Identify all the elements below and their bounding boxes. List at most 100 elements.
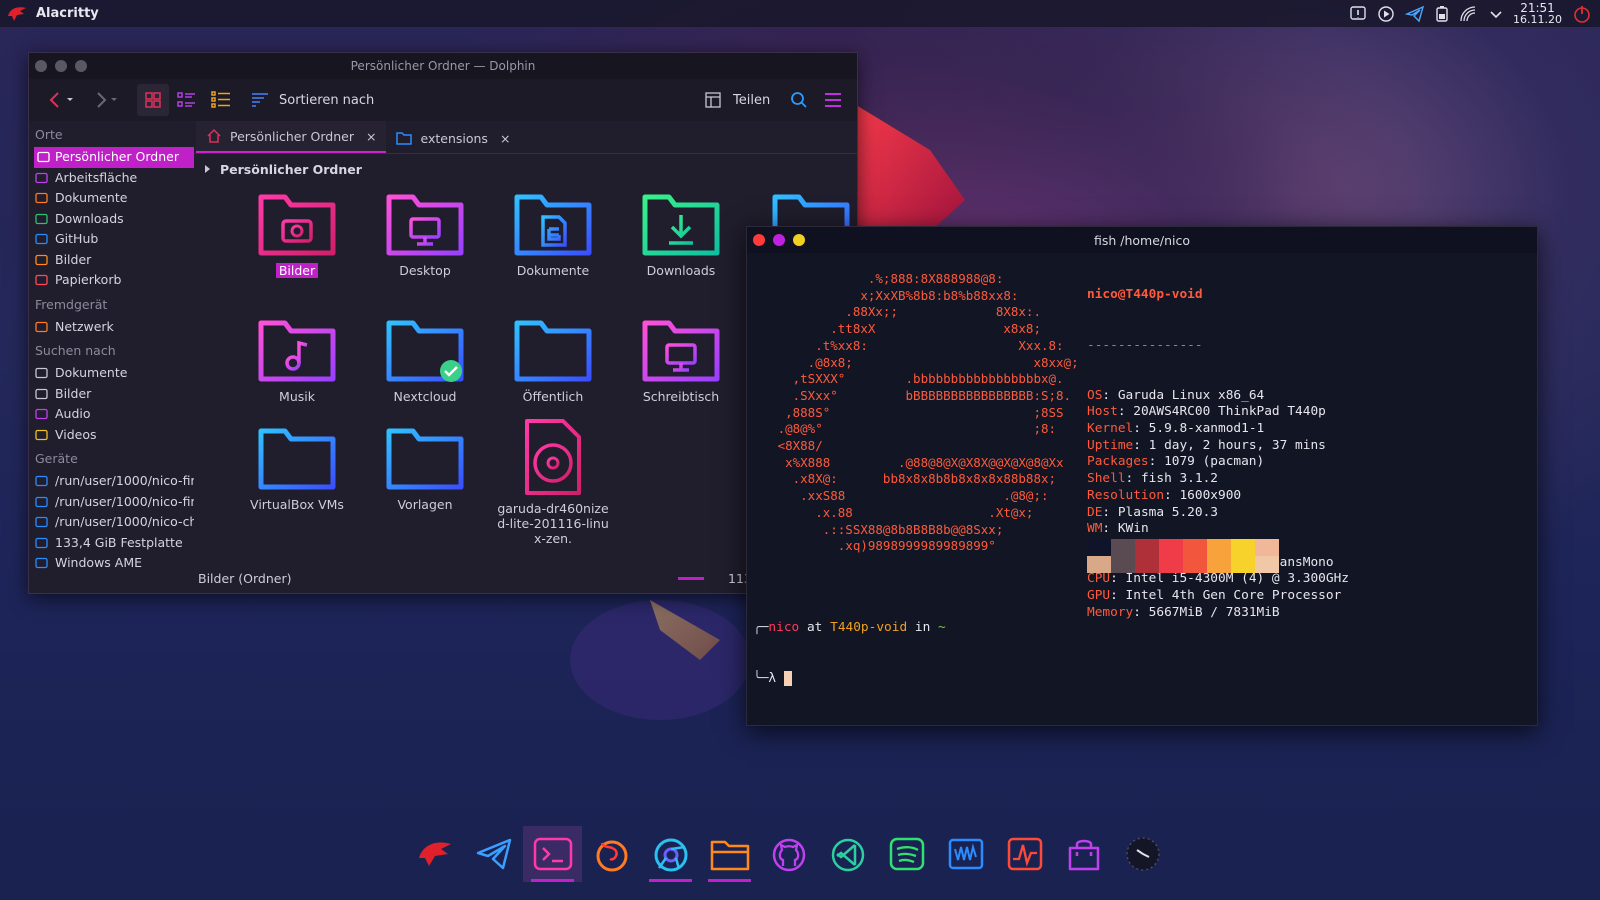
dolphin-toolbar: Sortieren nach Teilen	[29, 79, 857, 121]
dock-files[interactable]	[700, 826, 759, 882]
dock-chromium[interactable]	[641, 826, 700, 882]
audio-editor-icon	[948, 838, 983, 870]
dock-spotify[interactable]	[877, 826, 936, 882]
task-manager-dock	[405, 826, 1172, 882]
clock[interactable]: 21:51 16.11.20	[1513, 2, 1562, 25]
sidebar-item[interactable]: Bilder	[29, 250, 194, 271]
close-tab-icon[interactable]: ×	[500, 131, 510, 146]
dolphin-titlebar[interactable]: Persönlicher Ordner — Dolphin	[29, 53, 857, 79]
back-button[interactable]	[43, 84, 79, 116]
close-tab-icon[interactable]: ×	[366, 129, 376, 144]
file-item-downloads[interactable]: Downloads	[621, 187, 741, 278]
telegram-tray-icon[interactable]	[1405, 5, 1425, 23]
compact-view-icon	[177, 92, 195, 107]
palette-swatch	[1087, 556, 1111, 573]
sidebar-item[interactable]: Dokumente	[29, 188, 194, 209]
search-button[interactable]	[787, 84, 811, 116]
sidebar-item[interactable]: Videos	[29, 425, 194, 446]
info-value: Garuda Linux x86_64	[1117, 387, 1265, 403]
folder-icon	[386, 428, 464, 490]
zoom-slider[interactable]	[678, 577, 704, 580]
close-button[interactable]	[35, 60, 47, 72]
compact-view-button[interactable]	[171, 84, 203, 116]
breadcrumb[interactable]: Persönlicher Ordner	[194, 154, 857, 184]
active-app-name[interactable]: Alacritty	[36, 6, 99, 21]
dock-vscodium[interactable]	[818, 826, 877, 882]
dock-github[interactable]	[759, 826, 818, 882]
dock-terminal[interactable]	[523, 826, 582, 882]
file-item-dokumente[interactable]: Dokumente	[493, 187, 613, 278]
palette-swatch	[1183, 539, 1207, 556]
nextcloud-folder-icon	[386, 320, 464, 382]
sidebar-item[interactable]: Bilder	[29, 384, 194, 405]
icons-view-button[interactable]	[137, 84, 169, 116]
maximize-button[interactable]	[75, 60, 87, 72]
media-player-icon[interactable]	[1377, 5, 1395, 23]
sidebar-item[interactable]: Netzwerk	[29, 317, 194, 338]
sidebar-item[interactable]: Downloads	[29, 209, 194, 230]
dock-garuda[interactable]	[405, 826, 464, 882]
breadcrumb-label: Persönlicher Ordner	[220, 161, 362, 177]
dock-telegram[interactable]	[464, 826, 523, 882]
file-item-oeffentlich[interactable]: Öffentlich	[493, 313, 613, 404]
minimize-button[interactable]	[55, 60, 67, 72]
sidebar-item[interactable]: Persönlicher Ordner	[34, 147, 194, 168]
sort-button[interactable]: Sortieren nach	[251, 84, 374, 116]
sidebar-item[interactable]: Audio	[29, 404, 194, 425]
info-value: KWin	[1117, 521, 1149, 537]
sidebar-item[interactable]: Windows AME	[29, 553, 194, 574]
sidebar-item[interactable]: 133,4 GiB Festplatte	[29, 533, 194, 554]
notification-icon[interactable]	[1349, 5, 1367, 23]
forward-button[interactable]	[89, 84, 125, 116]
info-line: Uptime: 1 day, 2 hours, 37 mins	[1087, 438, 1349, 455]
minimize-button[interactable]	[773, 234, 785, 246]
wifi-icon[interactable]	[1459, 5, 1479, 23]
ascii-line: .xxS88 .@8@;:	[755, 488, 1049, 504]
dock-store[interactable]	[1054, 826, 1113, 882]
file-item-nextcloud[interactable]: Nextcloud	[365, 313, 485, 404]
details-view-button[interactable]	[205, 84, 237, 116]
sidebar-item-label: Netzwerk	[55, 318, 114, 334]
file-item-schreibtisch[interactable]: Schreibtisch	[621, 313, 741, 404]
info-line: Kernel: 5.9.8-xanmod1-1	[1087, 421, 1349, 438]
file-item-musik[interactable]: Musik	[237, 313, 357, 404]
menu-button[interactable]	[821, 84, 845, 116]
sidebar-item[interactable]: /run/user/1000/nico-ch	[29, 512, 194, 533]
tab-home[interactable]: Persönlicher Ordner ×	[196, 121, 387, 153]
sidebar-item[interactable]: /run/user/1000/nico-fir	[29, 471, 194, 492]
ascii-line: ,888S° ;8SS	[755, 404, 1064, 420]
battery-icon[interactable]	[1435, 5, 1449, 23]
sidebar-item[interactable]: Papierkorb	[29, 270, 194, 291]
palette-swatch	[1135, 556, 1159, 573]
file-item-vorlagen[interactable]: Vorlagen	[365, 421, 485, 512]
maximize-button[interactable]	[793, 234, 805, 246]
sidebar-item[interactable]: Arbeitsfläche	[29, 168, 194, 189]
power-icon[interactable]	[1572, 4, 1592, 24]
garuda-logo-icon[interactable]	[6, 4, 28, 24]
text-cursor	[783, 670, 792, 686]
info-key: OS	[1087, 387, 1103, 403]
shell-prompt[interactable]: ╭─nico at T440p-void in ~ ╰─λ	[753, 587, 946, 721]
pictures-icon	[35, 254, 48, 265]
folder-icon	[396, 132, 413, 145]
terminal-titlebar[interactable]: fish /home/nico	[747, 227, 1537, 253]
dock-audio-editor[interactable]	[936, 826, 995, 882]
chevron-down-icon[interactable]	[1489, 5, 1503, 23]
close-button[interactable]	[753, 234, 765, 246]
file-item-bilder[interactable]: Bilder	[237, 187, 357, 278]
dock-clock[interactable]	[1113, 826, 1172, 882]
sidebar-item[interactable]: GitHub	[29, 229, 194, 250]
share-button[interactable]: Teilen	[705, 84, 770, 116]
dock-system-monitor[interactable]	[995, 826, 1054, 882]
trash-icon	[35, 274, 48, 286]
dock-firefox[interactable]	[582, 826, 641, 882]
info-value: 5667MiB / 7831MiB	[1148, 604, 1280, 620]
sidebar-item[interactable]: Dokumente	[29, 363, 194, 384]
running-indicator	[649, 879, 692, 882]
file-item-desktop[interactable]: Desktop	[365, 187, 485, 278]
sidebar-item[interactable]: /run/user/1000/nico-fir	[29, 492, 194, 513]
tab-extensions[interactable]: extensions ×	[386, 123, 520, 153]
ascii-line: .x.88 .Xt@x;	[755, 504, 1034, 520]
file-item-virtualbox[interactable]: VirtualBox VMs	[237, 421, 357, 512]
file-item-garuda-iso[interactable]: garuda-dr460nized-lite-201116-linux-zen.	[493, 417, 613, 546]
